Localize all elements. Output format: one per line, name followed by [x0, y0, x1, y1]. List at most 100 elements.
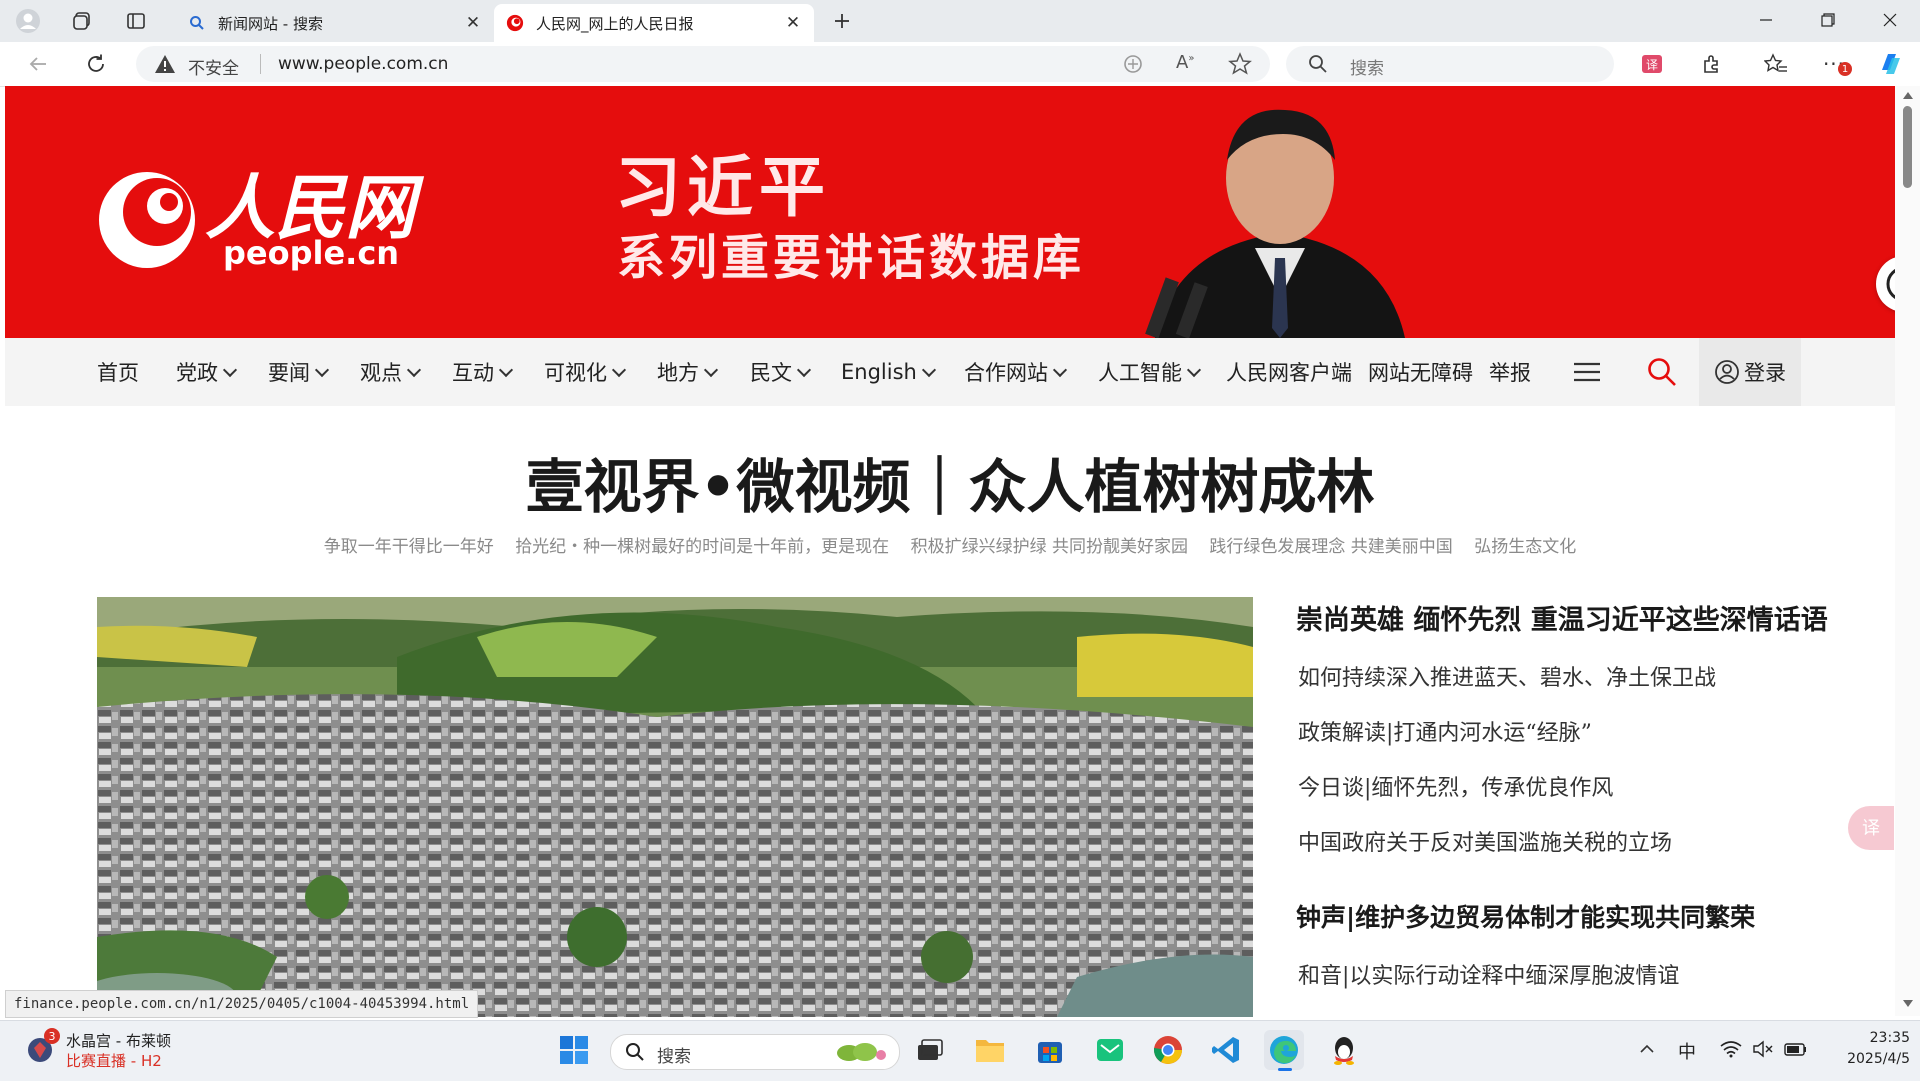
tab-search[interactable]: 新闻网站 - 搜索 ✕: [176, 4, 494, 42]
wifi-icon[interactable]: [1720, 1040, 1742, 1062]
chrome-icon[interactable]: [1148, 1030, 1188, 1070]
vscode-icon[interactable]: [1206, 1030, 1246, 1070]
read-aloud-icon[interactable]: A»: [1176, 52, 1194, 73]
refresh-icon[interactable]: [78, 48, 114, 80]
menu-icon[interactable]: [1573, 338, 1601, 406]
nav-item-interact[interactable]: 互动: [452, 338, 514, 406]
translate-float-icon[interactable]: 译: [1848, 806, 1894, 850]
file-explorer-icon[interactable]: [970, 1030, 1010, 1070]
search-placeholder: 搜索: [1350, 59, 1384, 79]
nav-item-minority[interactable]: 民文: [750, 338, 812, 406]
nav-label: 互动: [452, 361, 494, 385]
close-window-icon[interactable]: [1860, 0, 1920, 40]
copilot-icon[interactable]: [1872, 48, 1908, 80]
site-search-icon[interactable]: [1647, 338, 1677, 406]
mail-app-icon[interactable]: [1090, 1030, 1130, 1070]
subhead-link[interactable]: 争取一年干得比一年好: [324, 537, 494, 557]
subhead-link[interactable]: 积极扩绿兴绿护绿 共同扮靓美好家园: [911, 537, 1188, 557]
url-text[interactable]: www.people.com.cn: [278, 54, 448, 74]
subhead-link[interactable]: 拾光纪・种一棵树最好的时间是十年前，更是现在: [515, 537, 889, 557]
chevron-up-icon[interactable]: [1638, 1040, 1656, 1062]
nav-item-app[interactable]: 人民网客户端: [1226, 338, 1352, 406]
taskbar: [0, 1020, 1920, 1081]
nav-label: 观点: [360, 361, 402, 385]
chevron-down-icon: [222, 362, 238, 377]
chevron-down-icon: [796, 362, 812, 377]
nav-item-accessibility[interactable]: 网站无障碍: [1368, 338, 1473, 406]
nav-item-home[interactable]: 首页: [97, 338, 139, 406]
nav-item-news[interactable]: 要闻: [268, 338, 330, 406]
tab-actions-icon[interactable]: [118, 6, 154, 36]
tab-people[interactable]: 人民网_网上的人民日报 ✕: [494, 4, 814, 42]
vertical-scrollbar[interactable]: [1895, 86, 1920, 1016]
news-item[interactable]: 今日谈|缅怀先烈，传承优良作风: [1298, 770, 1613, 802]
featured-photo[interactable]: [97, 597, 1253, 1017]
extensions-icon[interactable]: [1694, 48, 1730, 80]
translate-page-icon[interactable]: [1122, 53, 1144, 79]
scroll-up-arrow-icon[interactable]: [1903, 92, 1913, 99]
widget-subtitle[interactable]: 比赛直播 - H2: [66, 1050, 162, 1071]
store-icon[interactable]: [1030, 1030, 1070, 1070]
subheadline-links: 争取一年干得比一年好 拾光纪・种一棵树最好的时间是十年前，更是现在 积极扩绿兴绿…: [0, 532, 1900, 557]
profile-icon[interactable]: [10, 6, 46, 36]
task-view-icon[interactable]: [910, 1030, 950, 1070]
nav-item-visual[interactable]: 可视化: [544, 338, 627, 406]
nav-item-ai[interactable]: 人工智能: [1098, 338, 1202, 406]
nav-item-party-gov[interactable]: 党政: [176, 338, 238, 406]
nav-item-local[interactable]: 地方: [657, 338, 719, 406]
subhead-link[interactable]: 弘扬生态文化: [1474, 537, 1576, 557]
workspaces-icon[interactable]: [64, 6, 100, 36]
nav-label: 要闻: [268, 361, 310, 385]
tab-title: 人民网_网上的人民日报: [536, 14, 694, 33]
news-headline[interactable]: 崇尚英雄 缅怀先烈 重温习近平这些深情话语: [1296, 598, 1828, 637]
new-tab-icon[interactable]: [824, 6, 860, 36]
nav-item-report[interactable]: 举报: [1489, 338, 1531, 406]
taskbar-search[interactable]: 搜索: [610, 1034, 900, 1070]
page-headline[interactable]: 壹视界•微视频｜众人植树树成林: [0, 440, 1900, 524]
back-icon[interactable]: [20, 48, 56, 80]
banner-title: 习近平: [615, 149, 831, 226]
ime-indicator[interactable]: 中: [1678, 1038, 1696, 1064]
chevron-down-icon: [1186, 362, 1202, 377]
address-bar[interactable]: 不安全 www.people.com.cn A»: [136, 46, 1270, 82]
login-label: 登录: [1744, 361, 1786, 385]
security-label[interactable]: 不安全: [188, 54, 239, 79]
news-item[interactable]: 和音|以实际行动诠释中缅深厚胞波情谊: [1298, 958, 1679, 990]
close-tab-icon[interactable]: ✕: [460, 13, 486, 33]
login-button[interactable]: 登录: [1699, 338, 1801, 406]
close-tab-icon[interactable]: ✕: [780, 13, 806, 33]
nav-item-opinion[interactable]: 观点: [360, 338, 422, 406]
news-headline[interactable]: 钟声|维护多边贸易体制才能实现共同繁荣: [1296, 898, 1755, 934]
browser-search-box[interactable]: 搜索: [1286, 46, 1614, 82]
nav-item-english[interactable]: English: [841, 338, 936, 406]
subhead-link[interactable]: 践行绿色发展理念 共建美丽中国: [1209, 537, 1452, 557]
nav-label: 可视化: [544, 361, 607, 385]
qq-icon[interactable]: [1324, 1030, 1364, 1070]
more-menu-icon[interactable]: ··· 1: [1816, 48, 1852, 80]
start-icon[interactable]: [554, 1030, 594, 1070]
restore-icon[interactable]: [1798, 0, 1858, 40]
people-logo-icon: [506, 14, 524, 32]
favorites-icon[interactable]: [1758, 48, 1794, 80]
nav-item-partners[interactable]: 合作网站: [964, 338, 1068, 406]
news-item[interactable]: 政策解读|打通内河水运“经脉”: [1298, 715, 1592, 747]
edge-icon[interactable]: [1264, 1030, 1304, 1071]
clock-date[interactable]: 2025/4/5: [1826, 1051, 1910, 1067]
clock-time[interactable]: 23:35: [1826, 1030, 1910, 1046]
news-item[interactable]: 如何持续深入推进蓝天、碧水、净土保卫战: [1298, 660, 1716, 692]
scrollbar-thumb[interactable]: [1903, 106, 1912, 188]
scroll-down-arrow-icon[interactable]: [1903, 1000, 1913, 1007]
widget-icon[interactable]: 3: [24, 1028, 60, 1070]
warning-icon[interactable]: [154, 54, 176, 78]
news-item[interactable]: 中国政府关于反对美国滥施关税的立场: [1298, 825, 1672, 857]
chevron-down-icon: [406, 362, 422, 377]
battery-icon[interactable]: [1784, 1040, 1808, 1062]
volume-muted-icon[interactable]: [1752, 1040, 1774, 1062]
nav-label: 党政: [176, 361, 218, 385]
minimize-icon[interactable]: [1736, 0, 1796, 40]
favorite-star-icon[interactable]: [1228, 52, 1252, 80]
widget-title[interactable]: 水晶宫 - 布莱顿: [66, 1030, 171, 1051]
banner-photo: [1135, 98, 1425, 338]
page-banner[interactable]: 人民网 people.cn 习近平 系列重要讲话数据库: [5, 86, 1895, 338]
translate-extension-icon[interactable]: 译: [1634, 48, 1670, 80]
